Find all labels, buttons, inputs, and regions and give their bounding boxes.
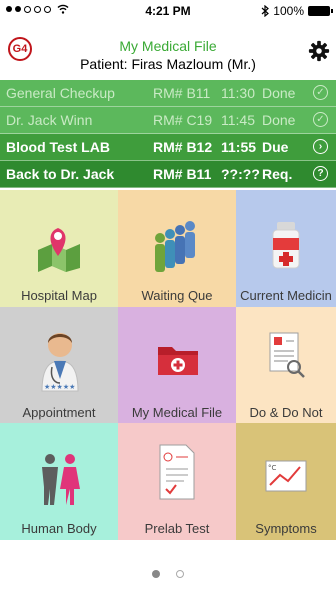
tile-my-medical-file[interactable]: My Medical File <box>118 307 236 423</box>
check-icon: ✓ <box>313 85 328 100</box>
tile-prelab-test[interactable]: Prelab Test <box>118 423 236 540</box>
tile-label: Symptoms <box>255 521 317 536</box>
status-bar: 4:21 PM 100% <box>0 0 336 22</box>
symptoms-chart-icon: °C <box>265 460 307 492</box>
tile-label: My Medical File <box>131 405 223 420</box>
visit-row[interactable]: Blood Test LAB RM# B12 11:55 Due › <box>0 134 336 161</box>
human-body-icon <box>42 454 80 505</box>
app-header: G4 My Medical File Patient: Firas Mazlou… <box>0 22 336 78</box>
tile-label: Human Body <box>21 521 97 536</box>
page-dot-active[interactable] <box>152 570 160 578</box>
tile-label: Appointment <box>22 405 96 420</box>
tile-label: Hospital Map <box>21 288 97 303</box>
visit-list: General Checkup RM# B11 11:30 Done ✓ Dr.… <box>0 80 336 188</box>
tile-label: Waiting Que <box>141 288 213 303</box>
tile-label: Prelab Test <box>144 521 210 536</box>
check-icon: ✓ <box>313 112 328 127</box>
tile-human-body[interactable]: Human Body <box>0 423 118 540</box>
visit-status: Due <box>262 139 289 155</box>
visit-row[interactable]: Dr. Jack Winn RM# C19 11:45 Done ✓ <box>0 107 336 134</box>
visit-name: Back to Dr. Jack <box>6 166 115 182</box>
battery-indicator: 100% <box>261 4 333 18</box>
checklist-icon <box>269 332 305 378</box>
visit-name: Dr. Jack Winn <box>6 112 93 128</box>
question-icon[interactable]: ? <box>313 166 328 181</box>
tile-appointment[interactable]: ★★★★★ Appointment <box>0 307 118 423</box>
prelab-test-icon <box>159 444 195 500</box>
map-pin-icon <box>38 228 80 272</box>
visit-time: 11:45 <box>221 112 255 128</box>
tile-label: Current Medicin <box>240 288 332 303</box>
visit-room: RM# C19 <box>153 112 213 128</box>
visit-status: Req. <box>262 166 293 182</box>
visit-row[interactable]: General Checkup RM# B11 11:30 Done ✓ <box>0 80 336 107</box>
battery-icon <box>308 6 333 16</box>
visit-name: Blood Test LAB <box>6 139 110 155</box>
visit-time: 11:30 <box>221 85 255 101</box>
visit-room: RM# B12 <box>153 139 213 155</box>
gear-icon[interactable] <box>308 40 330 62</box>
visit-status: Done <box>262 85 296 101</box>
tile-hospital-map[interactable]: Hospital Map <box>0 190 118 307</box>
bluetooth-icon <box>261 5 270 17</box>
tile-current-medicine[interactable]: Current Medicin <box>236 190 336 307</box>
page-dot[interactable] <box>176 570 184 578</box>
chevron-right-icon[interactable]: › <box>313 139 328 154</box>
patient-name: Patient: Firas Mazloum (Mr.) <box>80 56 256 72</box>
page-indicator <box>0 570 336 578</box>
visit-time: 11:55 <box>221 139 257 155</box>
queue-people-icon <box>155 221 195 272</box>
visit-row[interactable]: Back to Dr. Jack RM# B11 ??:?? Req. ? <box>0 161 336 188</box>
menu-grid: Hospital Map Waiting Que Current Medicin… <box>0 190 336 540</box>
tile-waiting-que[interactable]: Waiting Que <box>118 190 236 307</box>
visit-status: Done <box>262 112 296 128</box>
svg-text:★★★★★: ★★★★★ <box>44 383 75 391</box>
visit-name: General Checkup <box>6 85 115 101</box>
svg-text:°C: °C <box>268 464 277 472</box>
tile-label: Do & Do Not <box>249 405 323 420</box>
doctor-icon: ★★★★★ <box>41 333 79 392</box>
battery-percent: 100% <box>273 4 304 18</box>
visit-room: RM# B11 <box>153 85 211 101</box>
medical-folder-icon <box>158 347 198 375</box>
page-title: My Medical File <box>119 38 217 54</box>
visit-room: RM# B11 <box>153 166 212 182</box>
medicine-bottle-icon <box>272 222 300 269</box>
tile-symptoms[interactable]: °C Symptoms <box>236 423 336 540</box>
tile-do-and-do-not[interactable]: Do & Do Not <box>236 307 336 423</box>
visit-time: ??:?? <box>221 166 260 182</box>
